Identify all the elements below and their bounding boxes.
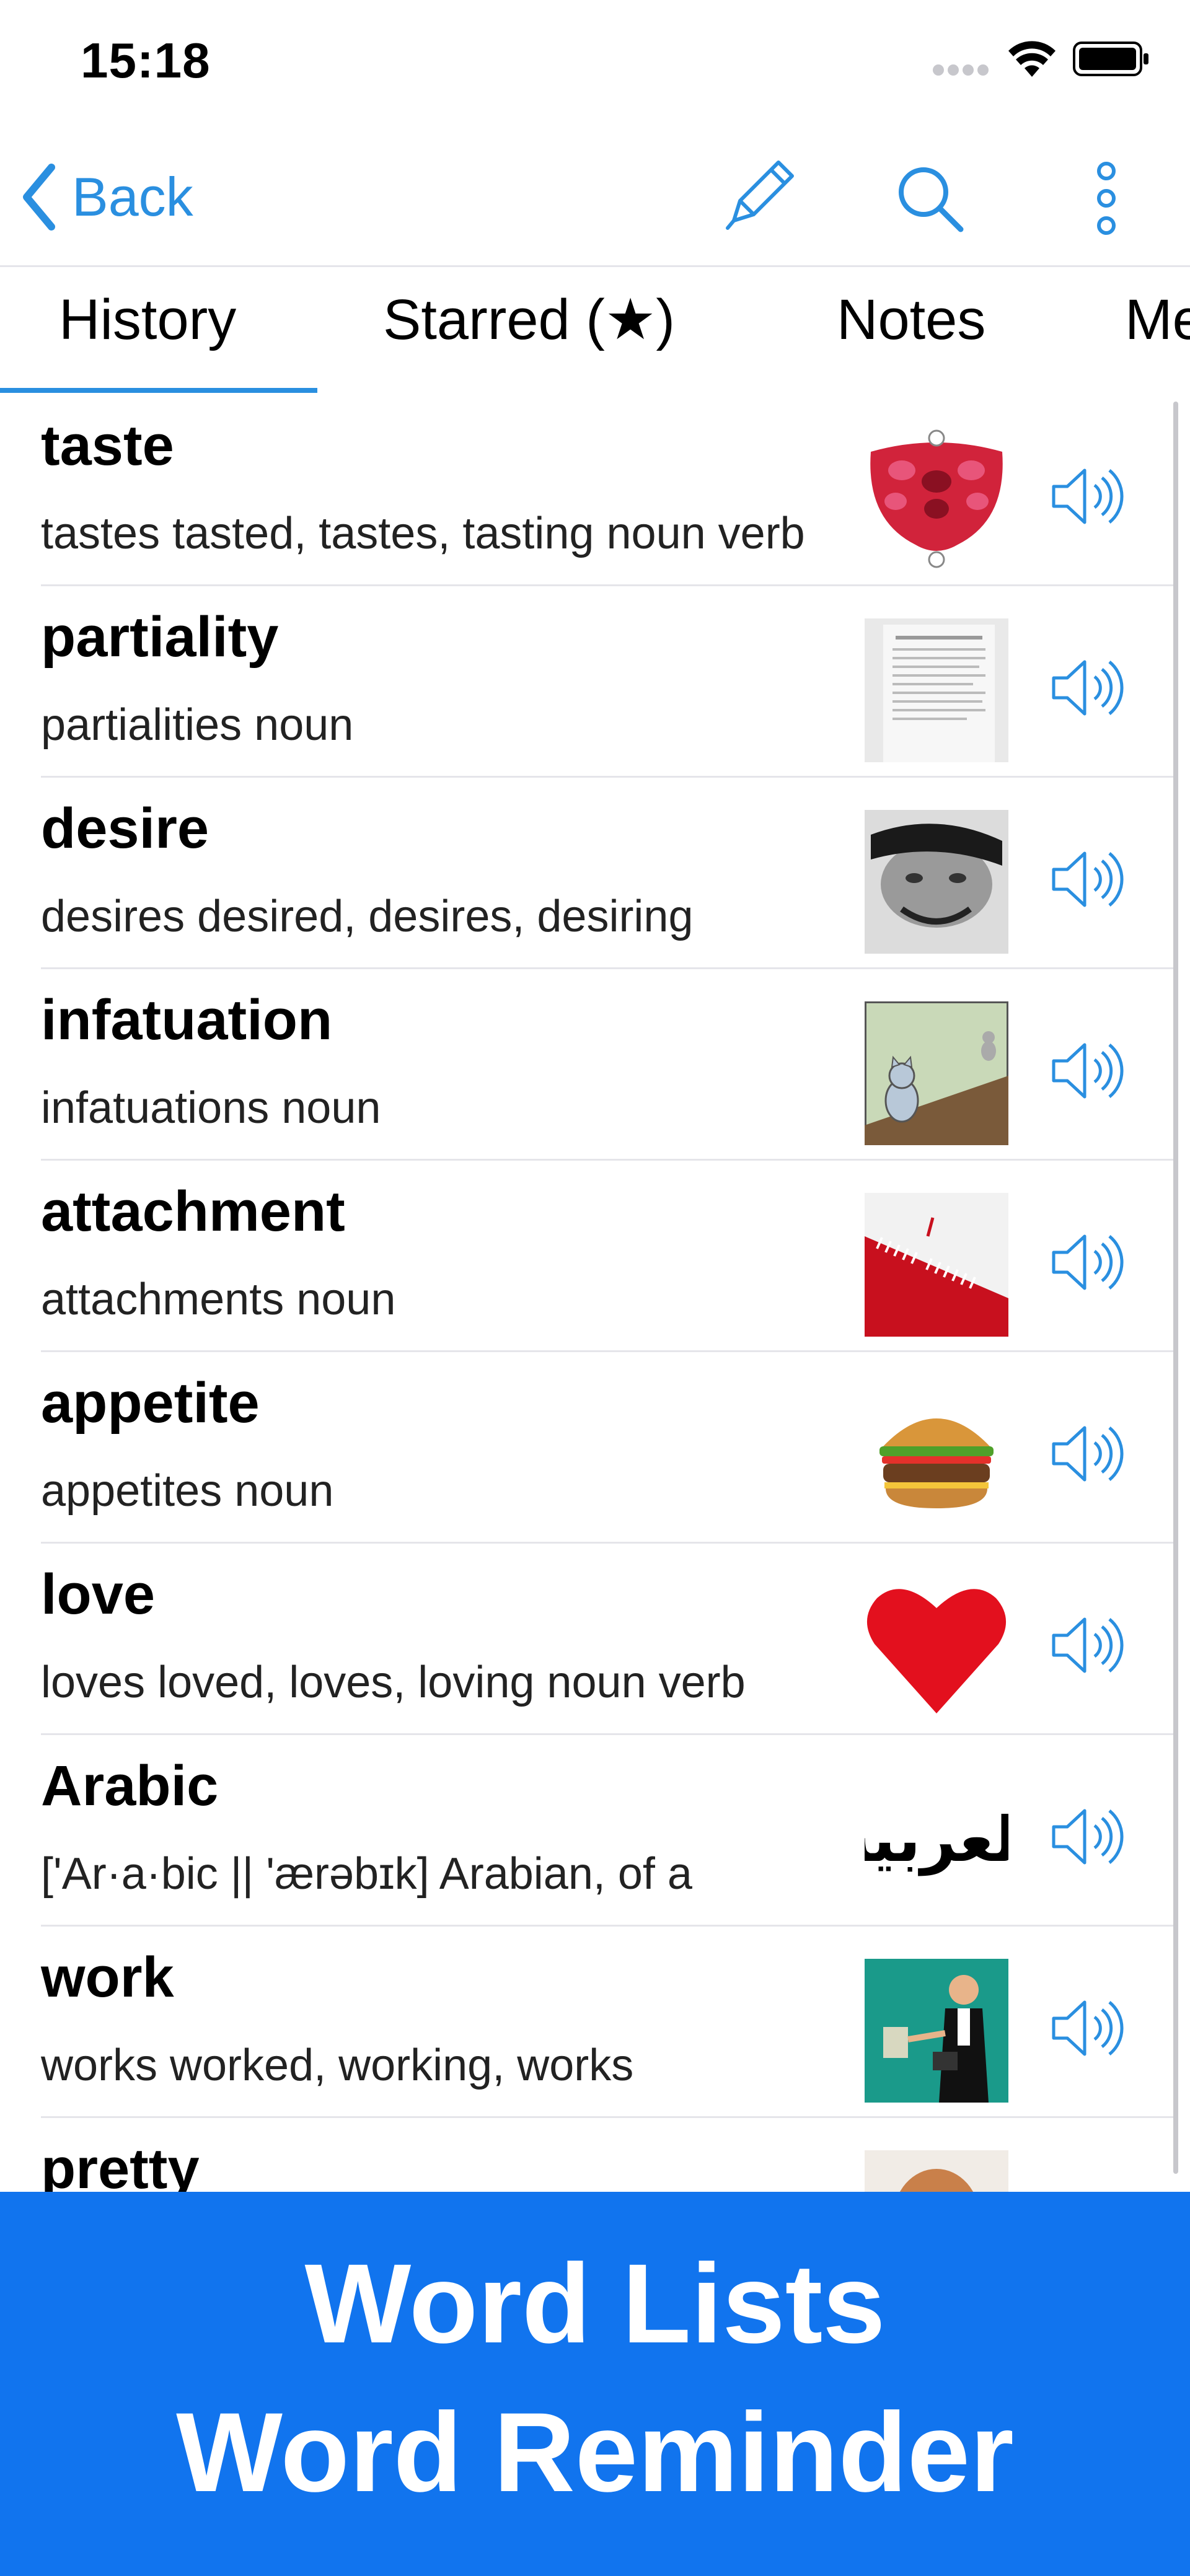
promo-banner: Word Lists Word Reminder — [0, 2192, 1190, 2576]
word-title: desire — [41, 797, 209, 860]
tab-history[interactable]: History — [59, 267, 236, 391]
word-forms: tastes tasted, tastes, tasting noun verb — [41, 509, 805, 558]
status-bar: 15:18 — [0, 0, 1190, 124]
speaker-icon[interactable] — [1049, 653, 1127, 723]
speaker-icon[interactable] — [1049, 1611, 1127, 1680]
face-photo-image — [865, 810, 1008, 954]
word-title: work — [41, 1946, 174, 2009]
banner-title: Word Lists — [304, 2240, 886, 2367]
list-item[interactable]: appetite appetites noun — [0, 1352, 1178, 1544]
word-forms: partialities noun — [41, 700, 354, 750]
office-worker-image — [865, 1959, 1008, 2103]
word-title: appetite — [41, 1371, 260, 1435]
list-item[interactable]: Arabic ['Ar·a·bic || 'ærəbɪk] Arabian, o… — [0, 1735, 1178, 1927]
paper-clips-image — [865, 1193, 1008, 1337]
speaker-icon[interactable] — [1049, 1419, 1127, 1488]
list-item[interactable]: attachment attachments noun — [0, 1161, 1178, 1352]
portrait-photo-image — [865, 2150, 1008, 2192]
word-forms: loves loved, loves, loving noun verb — [41, 1658, 746, 1707]
heart-image — [865, 1576, 1008, 1720]
word-forms: ['Ar·a·bic || 'ærəbɪk] Arabian, of a — [41, 1849, 692, 1899]
battery-icon — [1073, 42, 1148, 76]
cartoon-cat-image — [865, 1001, 1008, 1145]
word-forms: infatuations noun — [41, 1083, 381, 1133]
word-title: pretty — [41, 2137, 200, 2192]
word-forms: desires desired, desires, desiring — [41, 892, 694, 941]
tab-bar: History Starred (★) Notes Me — [0, 267, 1190, 395]
word-title: Arabic — [41, 1754, 219, 1818]
word-title: attachment — [41, 1180, 345, 1243]
list-item[interactable]: infatuation infatuations noun — [0, 969, 1178, 1161]
list-item[interactable]: pretty — [0, 2118, 1178, 2192]
more-vertical-icon[interactable] — [1085, 160, 1128, 237]
list-item[interactable]: taste tastes tasted, tastes, tasting nou… — [0, 395, 1178, 586]
active-tab-indicator — [0, 388, 317, 393]
back-label: Back — [72, 166, 193, 227]
tab-notes[interactable]: Notes — [837, 267, 985, 391]
burger-image — [865, 1384, 1008, 1528]
speaker-icon[interactable] — [1049, 1802, 1127, 1871]
speaker-icon[interactable] — [1049, 1994, 1127, 2063]
document-page-image — [865, 618, 1008, 762]
status-time: 15:18 — [81, 33, 211, 88]
speaker-icon[interactable] — [1049, 2185, 1127, 2192]
back-button[interactable]: Back — [17, 160, 193, 234]
navigation-bar: Back — [0, 124, 1190, 266]
tab-starred[interactable]: Starred (★) — [383, 267, 675, 391]
word-forms: appetites noun — [41, 1466, 334, 1516]
word-title: infatuation — [41, 988, 333, 1052]
tongue-taste-zones-image — [865, 427, 1008, 571]
speaker-icon[interactable] — [1049, 845, 1127, 914]
speaker-icon[interactable] — [1049, 1228, 1127, 1297]
pencil-icon[interactable] — [719, 155, 800, 235]
speaker-icon[interactable] — [1049, 1036, 1127, 1106]
word-forms: works worked, working, works — [41, 2041, 634, 2090]
app-screen: 15:18 Back History Starred (★) Notes Me … — [0, 0, 1190, 2576]
banner-subtitle: Word Reminder — [176, 2389, 1014, 2515]
list-item[interactable]: work works worked, working, works — [0, 1927, 1178, 2118]
wifi-icon — [1008, 41, 1056, 77]
cellular-signal-icon — [933, 64, 1001, 77]
word-list: taste tastes tasted, tastes, tasting nou… — [0, 395, 1178, 2192]
chevron-left-icon — [23, 164, 55, 231]
arabic-script-text: العربية — [865, 1803, 1008, 1876]
arabic-script-image: العربية — [865, 1767, 1008, 1911]
list-item[interactable]: love loves loved, loves, loving noun ver… — [0, 1544, 1178, 1735]
word-forms: attachments noun — [41, 1275, 396, 1324]
speaker-icon[interactable] — [1049, 462, 1127, 531]
word-title: taste — [41, 414, 174, 477]
search-icon[interactable] — [892, 161, 967, 235]
scrollbar[interactable] — [1173, 402, 1178, 2174]
tab-more[interactable]: Me — [1125, 267, 1190, 391]
word-title: love — [41, 1563, 156, 1626]
list-item[interactable]: partiality partialities noun — [0, 586, 1178, 778]
list-item[interactable]: desire desires desired, desires, desirin… — [0, 778, 1178, 969]
word-title: partiality — [41, 605, 279, 669]
